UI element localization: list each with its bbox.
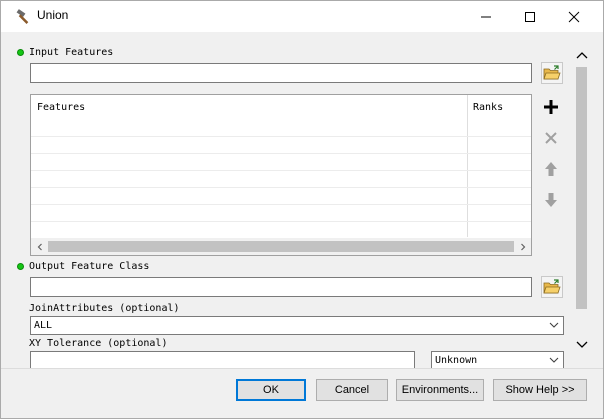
output-feature-class-label: Output Feature Class [29,261,150,272]
chevron-up-icon [576,52,588,59]
scroll-up-button[interactable] [574,47,590,63]
scroll-right-button[interactable] [514,238,531,255]
close-icon [568,11,580,22]
join-attributes-value: ALL [34,320,53,331]
vertical-scrollbar[interactable] [571,39,593,368]
xy-tolerance-unit-select[interactable]: Unknown [431,351,564,368]
add-feature-button[interactable] [540,96,562,118]
show-help-button[interactable]: Show Help >> [493,379,587,401]
join-attributes-select[interactable]: ALL [30,316,564,335]
environments-button[interactable]: Environments... [396,379,484,401]
chevron-down-icon [576,341,588,348]
table-row[interactable] [31,221,531,222]
table-row[interactable] [31,170,531,171]
input-features-label: Input Features [29,47,114,58]
minimize-button[interactable] [463,1,509,32]
close-icon [545,132,557,144]
window-title: Union [37,8,69,22]
cancel-button[interactable]: Cancel [316,379,388,401]
xy-tolerance-unit-value: Unknown [435,355,478,366]
remove-feature-button[interactable] [540,127,562,149]
move-up-button[interactable] [540,158,562,180]
browse-input-button[interactable] [541,62,563,84]
required-indicator-icon [17,49,24,56]
move-down-button[interactable] [540,189,562,211]
table-row[interactable] [31,153,531,154]
output-feature-class-input[interactable] [30,277,532,297]
maximize-icon [525,11,535,22]
chevron-left-icon [37,243,42,250]
features-table[interactable]: Features Ranks [30,94,532,256]
ranks-column-header[interactable]: Ranks [473,95,503,119]
scroll-left-button[interactable] [31,238,48,255]
dialog-button-bar: OK Cancel Environments... Show Help >> [1,368,603,418]
chevron-down-icon [549,321,559,332]
features-column-header[interactable]: Features [37,95,85,119]
column-divider [467,95,468,237]
maximize-button[interactable] [507,1,553,32]
ok-button[interactable]: OK [236,379,306,401]
open-folder-icon [543,279,561,294]
table-row[interactable] [31,204,531,205]
arrow-up-icon [545,162,557,176]
chevron-right-icon [520,243,525,250]
scroll-down-button[interactable] [574,337,590,353]
input-features-input[interactable] [30,63,532,83]
hammer-icon [15,8,33,26]
join-attributes-label: JoinAttributes (optional) [29,303,180,314]
vertical-scroll-thumb[interactable] [576,67,587,309]
union-tool-dialog: Union Input Features Features Ranks Outp… [0,0,604,419]
open-folder-icon [543,65,561,80]
arrow-down-icon [545,193,557,207]
close-button[interactable] [551,1,597,32]
title-bar[interactable]: Union [1,1,603,32]
parameters-panel: Input Features Features Ranks Output Fea… [8,39,596,368]
plus-icon [544,100,558,114]
table-row[interactable] [31,187,531,188]
chevron-down-icon [549,356,559,367]
table-row[interactable] [31,136,531,137]
horizontal-scrollbar[interactable] [31,238,531,255]
horizontal-scroll-thumb[interactable] [48,241,514,252]
required-indicator-icon [17,263,24,270]
xy-tolerance-label: XY Tolerance (optional) [29,338,168,349]
minimize-icon [481,16,491,17]
xy-tolerance-input[interactable] [30,351,415,368]
browse-output-button[interactable] [541,276,563,298]
